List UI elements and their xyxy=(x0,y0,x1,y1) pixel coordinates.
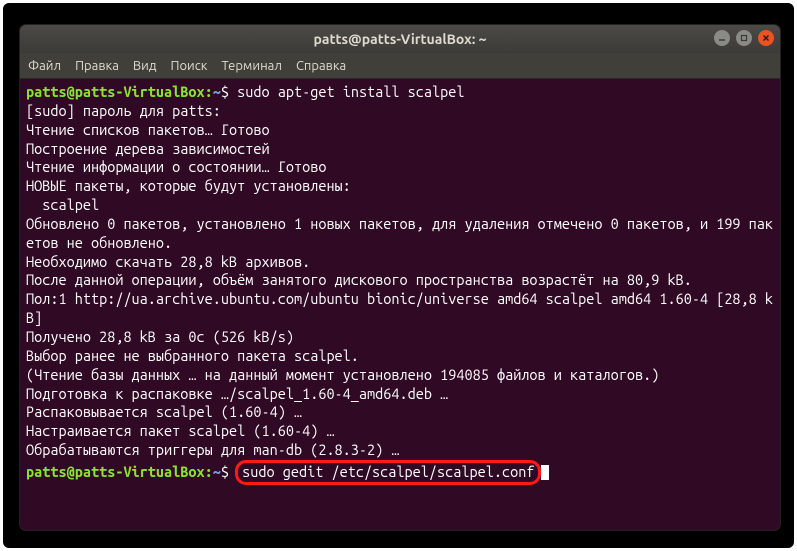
prompt-path: ~ xyxy=(213,83,221,100)
output-line: (Чтение базы данных … на данный момент у… xyxy=(26,366,659,383)
text-cursor xyxy=(541,465,549,480)
menu-edit[interactable]: Правка xyxy=(75,59,119,73)
prompt-path: ~ xyxy=(213,463,221,480)
menu-search[interactable]: Поиск xyxy=(170,59,207,73)
prompt-colon: : xyxy=(205,463,213,480)
output-line: Получено 28,8 kB за 0с (526 kB/s) xyxy=(26,328,294,345)
output-line: НОВЫЕ пакеты, которые будут установлены: xyxy=(26,177,351,194)
menu-view[interactable]: Вид xyxy=(133,59,157,73)
close-icon xyxy=(762,34,770,42)
output-line: Необходимо скачать 28,8 kB архивов. xyxy=(26,253,310,270)
menu-file[interactable]: Файл xyxy=(28,59,61,73)
minimize-icon xyxy=(718,34,726,42)
output-line: Обновлено 0 пакетов, установлено 1 новых… xyxy=(26,215,773,251)
output-line: Чтение информации о состоянии… Готово xyxy=(26,158,326,175)
prompt-sigil: $ xyxy=(221,463,229,480)
maximize-button[interactable] xyxy=(736,30,752,46)
prompt-userhost: patts@patts-VirtualBox xyxy=(26,83,205,100)
terminal-window: patts@patts-VirtualBox: ~ Файл Правка Ви… xyxy=(20,25,780,530)
close-button[interactable] xyxy=(758,30,774,46)
menu-bar: Файл Правка Вид Поиск Терминал Справка xyxy=(20,53,780,79)
output-line: После данной операции, объём занятого ди… xyxy=(26,271,692,288)
screenshot-frame: patts@patts-VirtualBox: ~ Файл Правка Ви… xyxy=(3,3,794,548)
prompt-userhost: patts@patts-VirtualBox xyxy=(26,463,205,480)
minimize-button[interactable] xyxy=(714,30,730,46)
prompt-colon: : xyxy=(205,83,213,100)
output-line: Чтение списков пакетов… Готово xyxy=(26,121,270,138)
maximize-icon xyxy=(740,34,748,42)
output-line: Настраивается пакет scalpel (1.60-4) … xyxy=(26,422,335,439)
highlighted-command: sudo gedit /etc/scalpel/scalpel.conf xyxy=(235,460,541,485)
prompt-sigil: $ xyxy=(221,83,229,100)
output-line: Подготовка к распаковке …/scalpel_1.60-4… xyxy=(26,385,448,402)
terminal-body[interactable]: patts@patts-VirtualBox:~$ sudo apt-get i… xyxy=(20,79,780,489)
output-line: Построение дерева зависимостей xyxy=(26,140,270,157)
window-title: patts@patts-VirtualBox: ~ xyxy=(314,31,487,47)
window-controls xyxy=(714,30,774,46)
window-titlebar: patts@patts-VirtualBox: ~ xyxy=(20,25,780,53)
output-line: [sudo] пароль для patts: xyxy=(26,102,221,119)
output-line: Выбор ранее не выбранного пакета scalpel… xyxy=(26,347,359,364)
output-line: Обрабатываются триггеры для man-db (2.8.… xyxy=(26,441,400,458)
output-line: Распаковывается scalpel (1.60-4) … xyxy=(26,403,302,420)
output-line: scalpel xyxy=(26,196,99,213)
command-2: sudo gedit /etc/scalpel/scalpel.conf xyxy=(242,463,534,480)
menu-help[interactable]: Справка xyxy=(296,59,346,73)
command-1: sudo apt-get install scalpel xyxy=(237,83,464,100)
output-line: Пол:1 http://ua.archive.ubuntu.com/ubunt… xyxy=(26,290,773,326)
menu-terminal[interactable]: Терминал xyxy=(221,59,281,73)
